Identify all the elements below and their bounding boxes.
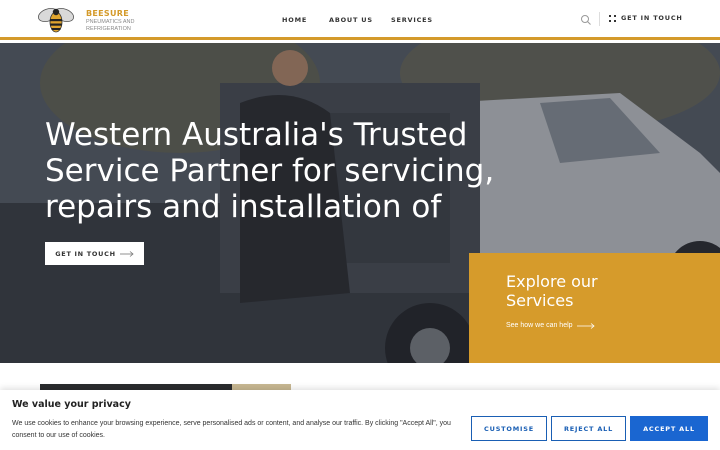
explore-link-label: See how we can help (506, 322, 573, 329)
cookie-text: We use cookies to enhance your browsing … (12, 420, 451, 439)
hero-title: Western Australia's Trusted Service Part… (45, 117, 495, 225)
arrow-right-icon (119, 250, 134, 257)
nav-about-us[interactable]: ABOUT US (329, 16, 373, 24)
header-divider (599, 12, 600, 26)
site-header: BEESURE PNEUMATICS AND REFRIGERATION HOM… (0, 0, 720, 40)
brand-name[interactable]: BEESURE (86, 9, 129, 18)
hero-section: Western Australia's Trusted Service Part… (0, 43, 720, 363)
nav-home[interactable]: HOME (282, 16, 307, 24)
explore-title: Explore our Services (506, 272, 598, 310)
hero-get-in-touch-button[interactable]: GET IN TOUCH (45, 242, 144, 265)
header-cta-label: GET IN TOUCH (621, 14, 683, 22)
explore-services-link[interactable]: See how we can help (506, 322, 595, 329)
hero-button-label: GET IN TOUCH (55, 249, 116, 258)
brand-tagline: PNEUMATICS AND REFRIGERATION (86, 19, 135, 32)
cookie-banner: We value your privacy We use cookies to … (0, 390, 720, 450)
customise-button[interactable]: CUSTOMISE (471, 416, 547, 441)
arrow-right-icon (576, 322, 595, 329)
reject-all-button[interactable]: REJECT ALL (551, 416, 626, 441)
header-get-in-touch-button[interactable]: GET IN TOUCH (609, 14, 683, 22)
cookie-title: We value your privacy (12, 399, 131, 410)
bee-logo-icon[interactable] (36, 5, 76, 35)
dots-grid-icon (609, 14, 616, 22)
nav-services[interactable]: SERVICES (391, 16, 433, 24)
accept-all-button[interactable]: ACCEPT ALL (630, 416, 708, 441)
explore-services-panel: Explore our Services See how we can help (469, 253, 720, 363)
search-icon[interactable] (580, 14, 592, 26)
